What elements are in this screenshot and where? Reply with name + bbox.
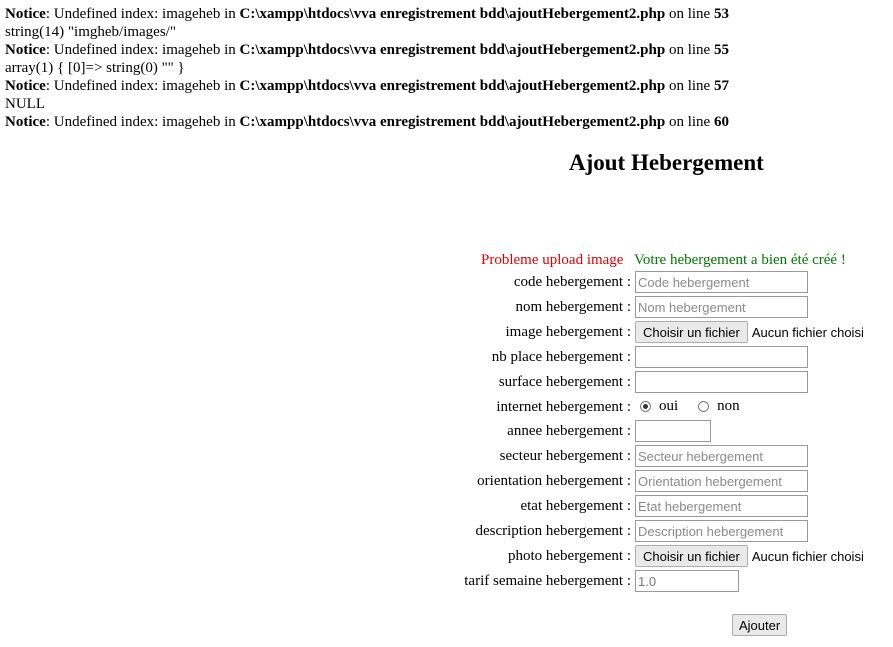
notice-line-number: 53 — [713, 6, 729, 22]
row-tarif: tarif semaine hebergement : — [0, 570, 893, 594]
secteur-label: secteur hebergement : — [499, 448, 631, 464]
notice-on-line: on line — [665, 78, 714, 94]
page-title: Ajout Hebergement — [569, 150, 764, 175]
code-input[interactable] — [635, 271, 808, 293]
internet-oui-radio[interactable] — [640, 401, 651, 412]
notice-message: : Undefined index: imageheb in — [45, 114, 240, 130]
photo-file-name: Aucun fichier choisi — [751, 548, 864, 564]
dump-line: string(14) "imgheb/images/" — [5, 24, 176, 40]
notice-message: : Undefined index: imageheb in — [45, 78, 240, 94]
image-label: image hebergement : — [505, 324, 631, 340]
row-secteur: secteur hebergement : — [0, 445, 893, 469]
row-image: image hebergement : Choisir un fichier A… — [0, 321, 893, 345]
notice-line-number: 60 — [713, 114, 729, 130]
nom-input[interactable] — [635, 296, 808, 318]
row-etat: etat hebergement : — [0, 495, 893, 519]
row-surface: surface hebergement : — [0, 371, 893, 395]
notice-line-number: 55 — [713, 42, 729, 58]
notice-on-line: on line — [665, 42, 714, 58]
tarif-label: tarif semaine hebergement : — [464, 573, 631, 589]
row-internet: internet hebergement : oui non — [0, 396, 893, 420]
image-file-name: Aucun fichier choisi — [751, 324, 864, 340]
notice-path: C:\xampp\htdocs\vva enregistrement bdd\a… — [239, 6, 666, 22]
notice-line: Notice: Undefined index: imageheb in C:\… — [5, 113, 729, 131]
notice-line: Notice: Undefined index: imageheb in C:\… — [5, 5, 729, 23]
internet-non-radio[interactable] — [698, 401, 710, 412]
notice-message: : Undefined index: imageheb in — [45, 6, 240, 22]
nbplace-label: nb place hebergement : — [491, 349, 631, 365]
php-notices: Notice: Undefined index: imageheb in C:\… — [5, 5, 729, 131]
upload-error-message: Probleme upload image — [481, 252, 624, 268]
secteur-input[interactable] — [635, 445, 808, 467]
row-code: code hebergement : — [0, 271, 893, 295]
notice-message: : Undefined index: imageheb in — [45, 42, 240, 58]
notice-prefix: Notice — [5, 114, 46, 130]
row-photo: photo hebergement : Choisir un fichier A… — [0, 545, 893, 569]
notice-line: Notice: Undefined index: imageheb in C:\… — [5, 41, 729, 59]
image-choose-file-button[interactable]: Choisir un fichier — [635, 321, 748, 343]
surface-input[interactable] — [635, 371, 808, 393]
description-input[interactable] — [635, 520, 808, 542]
notice-line: Notice: Undefined index: imageheb in C:\… — [5, 77, 729, 95]
annee-label: annee hebergement : — [507, 423, 631, 439]
notice-path: C:\xampp\htdocs\vva enregistrement bdd\a… — [239, 78, 666, 94]
notice-path: C:\xampp\htdocs\vva enregistrement bdd\a… — [239, 114, 666, 130]
surface-label: surface hebergement : — [498, 374, 631, 390]
internet-label: internet hebergement : — [496, 399, 631, 415]
row-annee: annee hebergement : — [0, 420, 893, 444]
photo-label: photo hebergement : — [507, 548, 631, 564]
etat-input[interactable] — [635, 495, 808, 517]
row-nom: nom hebergement : — [0, 296, 893, 320]
row-description: description hebergement : — [0, 520, 893, 544]
nom-label: nom hebergement : — [515, 299, 631, 315]
code-label: code hebergement : — [513, 274, 631, 290]
description-label: description hebergement : — [475, 523, 631, 539]
notice-prefix: Notice — [5, 42, 46, 58]
notice-line-number: 57 — [713, 78, 729, 94]
orientation-input[interactable] — [635, 470, 808, 492]
row-orientation: orientation hebergement : — [0, 470, 893, 494]
photo-choose-file-button[interactable]: Choisir un fichier — [635, 545, 748, 567]
notice-path: C:\xampp\htdocs\vva enregistrement bdd\a… — [239, 42, 666, 58]
dump-line: NULL — [5, 96, 45, 112]
etat-label: etat hebergement : — [520, 498, 631, 514]
notice-prefix: Notice — [5, 78, 46, 94]
ajouter-button[interactable]: Ajouter — [732, 614, 788, 636]
notice-on-line: on line — [665, 114, 714, 130]
internet-oui-label: oui — [659, 398, 679, 414]
annee-input[interactable] — [635, 420, 711, 442]
notice-prefix: Notice — [5, 6, 46, 22]
success-message: Votre hebergement a bien été créé ! — [634, 252, 846, 268]
nbplace-input[interactable] — [635, 346, 808, 368]
row-nbplace: nb place hebergement : — [0, 346, 893, 370]
notice-on-line: on line — [665, 6, 714, 22]
dump-line: array(1) { [0]=> string(0) "" } — [5, 60, 185, 76]
orientation-label: orientation hebergement : — [477, 473, 631, 489]
internet-non-label: non — [717, 398, 740, 414]
tarif-input[interactable] — [635, 570, 739, 592]
